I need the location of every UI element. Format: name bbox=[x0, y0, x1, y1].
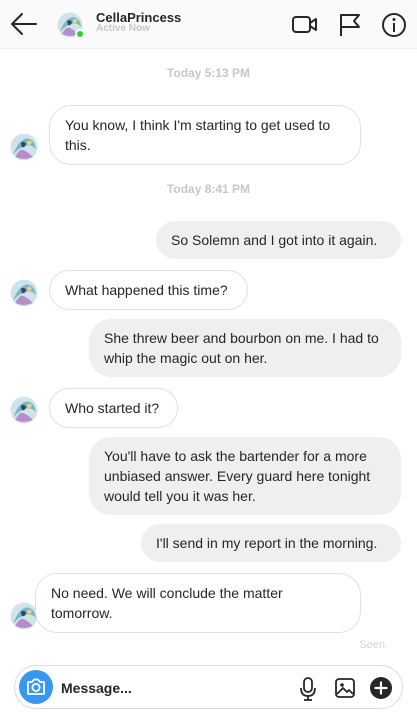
message-composer bbox=[14, 665, 403, 709]
video-icon bbox=[292, 16, 317, 33]
gallery-icon bbox=[335, 678, 355, 698]
voice-message-button[interactable] bbox=[298, 676, 318, 702]
outgoing-message[interactable]: You'll have to ask the bartender for a m… bbox=[89, 437, 401, 515]
sender-avatar[interactable] bbox=[10, 396, 38, 424]
outgoing-message[interactable]: I'll send in my report in the morning. bbox=[141, 524, 401, 562]
video-call-button[interactable] bbox=[291, 13, 319, 37]
seen-receipt: Seen bbox=[359, 639, 385, 651]
outgoing-message[interactable]: So Solemn and I got into it again. bbox=[156, 221, 401, 259]
info-button[interactable] bbox=[381, 12, 407, 38]
outgoing-message[interactable]: She threw beer and bourbon on me. I had … bbox=[89, 319, 401, 377]
mic-icon bbox=[300, 677, 316, 701]
chat-header: CellaPrincess Active Now bbox=[0, 0, 417, 49]
timestamp: Today 8:41 PM bbox=[166, 182, 251, 196]
sender-avatar[interactable] bbox=[10, 279, 38, 307]
camera-icon bbox=[27, 678, 45, 695]
incoming-message[interactable]: No need. We will conclude the matter tom… bbox=[35, 573, 361, 633]
info-icon bbox=[382, 13, 406, 37]
incoming-message[interactable]: What happened this time? bbox=[49, 270, 248, 310]
incoming-message[interactable]: You know, I think I'm starting to get us… bbox=[49, 105, 361, 165]
gallery-button[interactable] bbox=[334, 677, 356, 699]
more-options-button[interactable] bbox=[369, 676, 393, 700]
online-indicator bbox=[75, 29, 85, 39]
flag-icon bbox=[340, 14, 360, 36]
sender-avatar[interactable] bbox=[10, 602, 38, 630]
camera-button[interactable] bbox=[19, 670, 53, 704]
timestamp: Today 5:13 PM bbox=[166, 66, 251, 80]
report-button[interactable] bbox=[337, 12, 363, 38]
back-button[interactable] bbox=[9, 10, 39, 38]
active-status: Active Now bbox=[96, 23, 150, 34]
sender-avatar[interactable] bbox=[10, 133, 38, 161]
plus-icon bbox=[370, 677, 392, 699]
incoming-message[interactable]: Who started it? bbox=[49, 388, 178, 428]
back-arrow-icon bbox=[11, 13, 37, 35]
message-input[interactable] bbox=[61, 677, 241, 699]
